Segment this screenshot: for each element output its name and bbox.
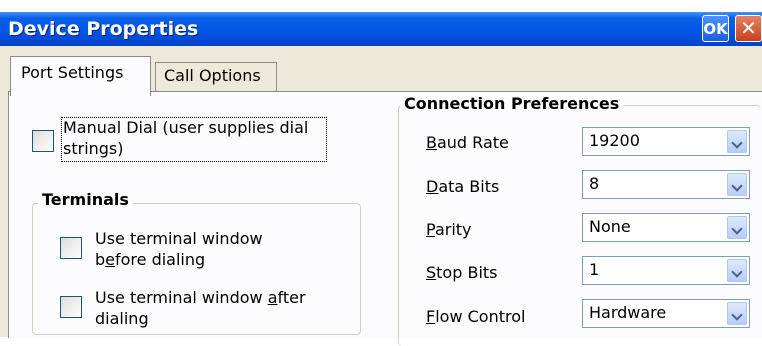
stop-bits-combo[interactable]: 1 [582,256,750,285]
flow-control-label: Flow Control [426,307,526,326]
terminal-before-line2: before dialing [95,250,206,269]
baud-rate-value: 19200 [589,131,640,150]
tab-call-options[interactable]: Call Options [155,62,277,92]
ok-button[interactable]: OK [702,15,729,42]
baud-rate-combo[interactable]: 19200 [582,127,750,156]
manual-dial-label-line2: strings) [63,139,124,158]
baud-rate-label: Baud Rate [426,133,509,152]
parity-combo[interactable]: None [582,213,750,242]
stop-bits-value: 1 [589,260,600,279]
tab-port-settings[interactable]: Port Settings [10,56,151,96]
device-properties-window: Device Properties OK ✕ Port Settings Cal… [0,0,762,346]
data-bits-combo[interactable]: 8 [582,170,750,199]
terminals-title: Terminals [38,190,133,209]
chevron-down-icon[interactable] [727,173,747,196]
top-strip [0,0,762,12]
flow-control-combo[interactable]: Hardware [582,299,750,328]
manual-dial-label-line1: Manual Dial (user supplies dial [63,118,309,137]
parity-label: Parity [426,220,472,239]
chevron-down-icon[interactable] [727,259,747,282]
data-bits-label: Data Bits [426,177,500,196]
chevron-down-icon[interactable] [727,302,747,325]
terminal-before-checkbox[interactable] [60,237,82,259]
connection-title: Connection Preferences [400,94,624,113]
parity-value: None [589,217,631,236]
terminal-after-checkbox[interactable] [60,296,82,318]
data-bits-value: 8 [589,174,600,193]
close-button[interactable]: ✕ [735,15,762,42]
terminal-after-line2: dialing [95,309,149,328]
terminal-after-line1: Use terminal window after [95,288,306,307]
chevron-down-icon[interactable] [727,130,747,153]
window-title: Device Properties [8,18,199,40]
terminal-before-line1: Use terminal window [95,229,263,248]
title-bar[interactable]: Device Properties OK ✕ [0,12,762,46]
manual-dial-checkbox[interactable] [32,130,54,152]
chevron-down-icon[interactable] [727,216,747,239]
stop-bits-label: Stop Bits [426,263,498,282]
flow-control-value: Hardware [589,303,667,322]
